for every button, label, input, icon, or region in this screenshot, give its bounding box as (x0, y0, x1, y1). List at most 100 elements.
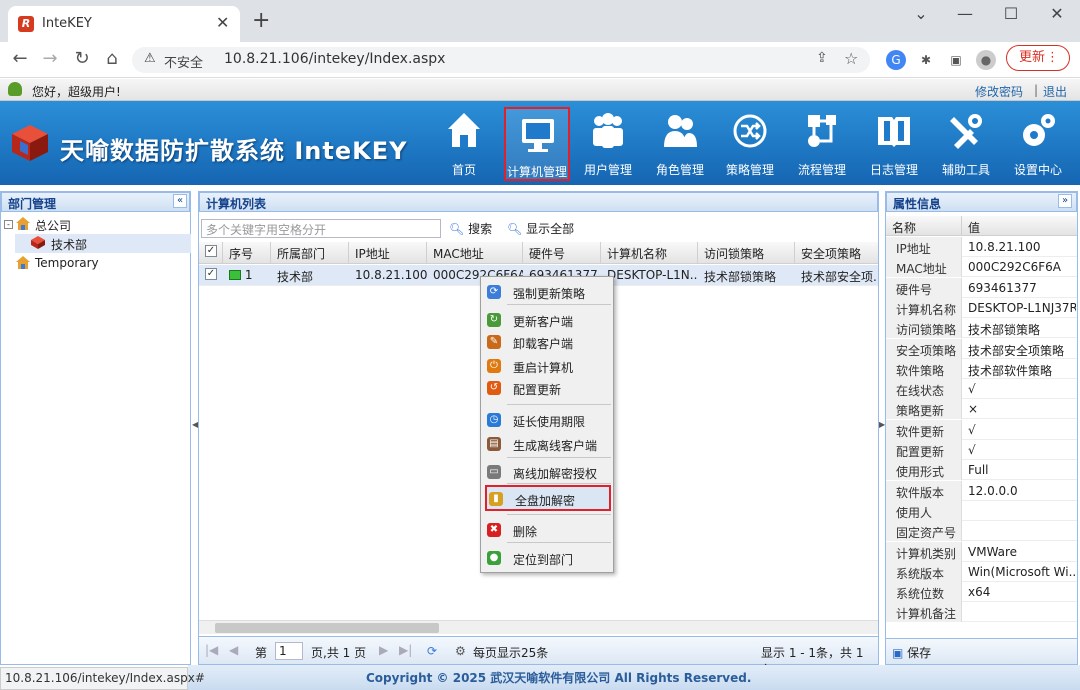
property-row[interactable]: 系统位数 x64 (886, 582, 1077, 603)
menu-item[interactable]: ▤ 生成离线客户端 (483, 433, 611, 455)
horizontal-scrollbar[interactable] (199, 620, 878, 634)
col-header[interactable]: 访问锁策略 (698, 242, 795, 264)
save-button[interactable]: ▣ 保存 (892, 644, 931, 661)
tree-item-temporary[interactable]: Temporary (35, 256, 99, 270)
property-row[interactable]: 固定资产号 (886, 521, 1077, 542)
browser-update-button[interactable]: 更新 ⋮ (1006, 45, 1070, 71)
property-row[interactable]: 软件更新 √ (886, 419, 1077, 440)
property-row[interactable]: 计算机备注 (886, 602, 1077, 623)
omnibox[interactable]: ⚠ 不安全 10.8.21.106/intekey/Index.aspx ⇪ ☆ (132, 47, 870, 73)
extension-g-icon[interactable]: G (886, 50, 906, 70)
show-all-button[interactable]: 🔍︎ 显示全部 (507, 220, 574, 237)
property-row[interactable]: 使用形式 Full (886, 460, 1077, 481)
last-page-icon[interactable]: ▶| (399, 643, 412, 657)
tab-search-icon[interactable]: ⌄ (906, 4, 936, 23)
menu-item[interactable]: ⟳ 强制更新策略 (483, 281, 611, 303)
col-header[interactable]: MAC地址 (427, 242, 523, 264)
property-row[interactable]: 使用人 (886, 500, 1077, 521)
property-row[interactable]: 配置更新 √ (886, 440, 1077, 460)
url-text[interactable]: 10.8.21.106/intekey/Index.aspx (224, 51, 445, 67)
menu-item[interactable]: ● 定位到部门 (483, 547, 611, 569)
reload-icon[interactable]: ↻ (70, 48, 94, 69)
minimize-icon[interactable]: — (950, 4, 980, 23)
nav-user-management[interactable]: 用户管理 (576, 105, 640, 181)
property-row[interactable]: 在线状态 √ (886, 379, 1077, 400)
nav-policy-management[interactable]: 策略管理 (718, 105, 782, 181)
menu-item[interactable]: ◷ 延长使用期限 (483, 409, 611, 431)
nav-home[interactable]: 首页 (432, 105, 496, 181)
col-header[interactable]: 序号 (223, 242, 271, 264)
next-page-icon[interactable]: ▶ (379, 643, 388, 657)
tree-item-headquarters[interactable]: 总公司 (35, 217, 71, 234)
col-header[interactable]: 计算机名称 (601, 242, 698, 264)
more-menu-icon[interactable]: ⋮ (1046, 46, 1059, 70)
tree-item-tech-dept[interactable]: 技术部 (51, 236, 87, 253)
tab-close-icon[interactable]: ✕ (216, 13, 229, 32)
tree-expand-icon[interactable]: - (4, 220, 13, 229)
pager-refresh-icon[interactable]: ⟳ (427, 644, 437, 658)
page-size-label[interactable]: 每页显示25条 (473, 644, 548, 661)
warning-icon[interactable]: ⚠ (144, 51, 156, 66)
sidepanel-icon[interactable]: ▣ (946, 50, 966, 70)
profile-avatar-icon[interactable]: ● (976, 50, 996, 70)
prop-value-header: 值 (968, 221, 981, 235)
forward-icon[interactable]: → (38, 48, 62, 69)
collapse-left-button[interactable]: « (173, 194, 187, 208)
menu-item[interactable]: ✖ 删除 (483, 519, 611, 541)
nav-label: 流程管理 (797, 163, 846, 177)
property-row[interactable]: IP地址 10.8.21.100 (886, 237, 1077, 257)
property-row[interactable]: MAC地址 000C292C6F6A (886, 257, 1077, 278)
menu-item[interactable]: ✎ 卸载客户端 (483, 331, 611, 353)
col-header[interactable]: 安全项策略 (795, 242, 878, 264)
extensions-puzzle-icon[interactable]: ✱ (916, 50, 936, 70)
page-size-gear-icon[interactable]: ⚙ (455, 644, 466, 658)
property-row[interactable]: 安全项策略 技术部安全项策略 (886, 338, 1077, 359)
menu-item[interactable]: ⏻ 重启计算机 (483, 355, 611, 377)
properties-panel-title: 属性信息 (886, 192, 1077, 212)
nav-computer-management[interactable]: 计算机管理 (504, 107, 570, 181)
property-row[interactable]: 软件版本 12.0.0.0 (886, 480, 1077, 501)
menu-item[interactable]: ↺ 配置更新 (483, 377, 611, 399)
page-number-input[interactable]: 1 (275, 642, 303, 660)
collapse-right-button[interactable]: » (1058, 194, 1072, 208)
change-password-link[interactable]: 修改密码 (975, 83, 1023, 100)
property-row[interactable]: 软件策略 技术部软件策略 (886, 358, 1077, 379)
menu-item[interactable]: ▭ 离线加解密授权 (483, 461, 611, 483)
nav-auxiliary-tools[interactable]: 辅助工具 (934, 105, 998, 181)
col-header[interactable]: 所属部门 (271, 242, 349, 264)
search-input[interactable]: 多个关键字用空格分开 (201, 219, 441, 238)
row-checkbox[interactable]: ✓ (205, 268, 217, 280)
property-row[interactable]: 系统版本 Win(Microsoft Wi... (886, 561, 1077, 582)
nav-settings-center[interactable]: 设置中心 (1006, 105, 1070, 181)
property-row[interactable]: 策略更新 × (886, 399, 1077, 420)
nav-label: 用户管理 (583, 163, 632, 177)
nav-workflow-management[interactable]: 流程管理 (790, 105, 854, 181)
home-browser-icon[interactable]: ⌂ (100, 48, 124, 69)
broom-icon: ✎ (487, 335, 501, 349)
scrollbar-thumb[interactable] (215, 623, 439, 633)
logout-link[interactable]: 退出 (1043, 83, 1067, 100)
prev-page-icon[interactable]: ◀ (229, 643, 238, 657)
browser-tab[interactable]: R InteKEY ✕ (8, 6, 240, 42)
property-row[interactable]: 访问锁策略 技术部锁策略 (886, 318, 1077, 339)
col-header[interactable]: 硬件号 (523, 242, 601, 264)
search-button[interactable]: 🔍︎ 搜索 (449, 220, 492, 237)
share-icon[interactable]: ⇪ (816, 50, 828, 66)
col-header[interactable]: IP地址 (349, 242, 427, 264)
property-row[interactable]: 计算机名称 DESKTOP-L1NJ37R (886, 297, 1077, 318)
select-all-checkbox[interactable]: ✓ (205, 245, 217, 257)
department-icon (31, 236, 45, 249)
maximize-icon[interactable]: ☐ (996, 4, 1026, 23)
nav-role-management[interactable]: 角色管理 (648, 105, 712, 181)
context-menu: ⟳ 强制更新策略 ↻ 更新客户端 ✎ 卸载客户端 ⏻ 重启计算机 ↺ 配置更新 ◷ 延长使用期限 ▤ 生成… (480, 276, 614, 573)
first-page-icon[interactable]: |◀ (205, 643, 218, 657)
back-icon[interactable]: ← (8, 48, 32, 69)
nav-log-management[interactable]: 日志管理 (862, 105, 926, 181)
property-row[interactable]: 计算机类别 VMWare (886, 541, 1077, 562)
bookmark-star-icon[interactable]: ☆ (844, 49, 858, 68)
menu-item[interactable]: ↻ 更新客户端 (483, 309, 611, 331)
new-tab-button[interactable]: + (252, 10, 270, 32)
menu-item[interactable]: ▮ 全盘加解密 (485, 485, 611, 511)
window-close-icon[interactable]: ✕ (1042, 4, 1072, 23)
property-row[interactable]: 硬件号 693461377 (886, 277, 1077, 298)
